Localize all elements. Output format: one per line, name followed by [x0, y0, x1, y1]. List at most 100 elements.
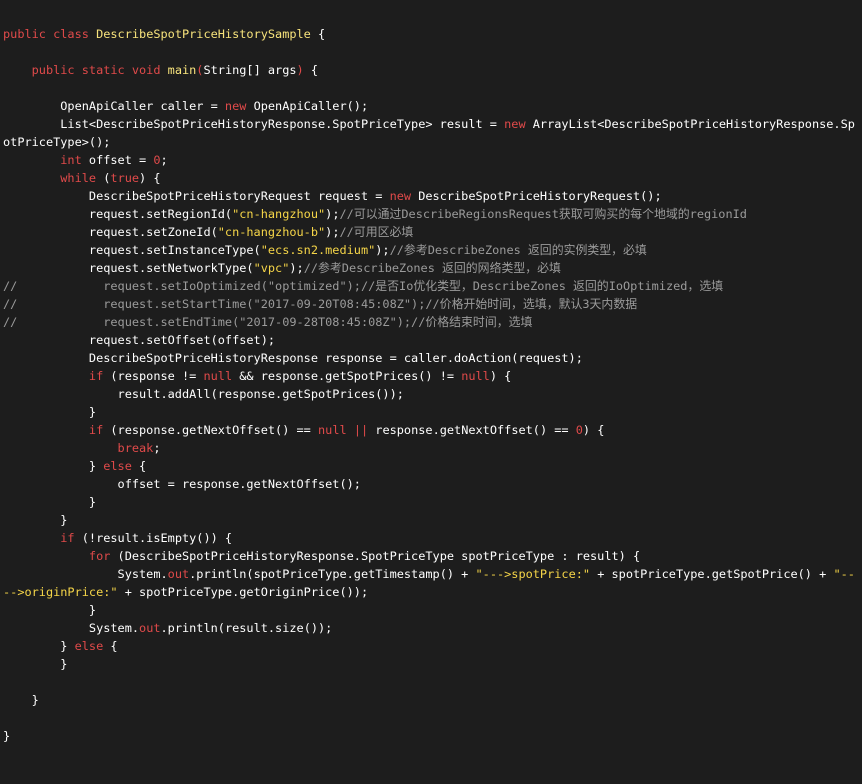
- comment-token: //可以通过DescribeRegionsRequest获取可购买的每个地域的r…: [339, 207, 747, 221]
- comment-token: // request.setEndTime("2017-09-28T08:45:…: [3, 315, 533, 329]
- code-text: System.: [3, 567, 168, 581]
- code-line: for (DescribeSpotPriceHistoryResponse.Sp…: [0, 547, 862, 565]
- keyword-token: int: [3, 153, 82, 167]
- comment-token: // request.setIoOptimized("optimized");/…: [3, 279, 724, 293]
- code-line: public static void main(String[] args) {: [0, 61, 862, 79]
- string-literal: "--: [833, 567, 855, 581]
- code-text: request.setInstanceType(: [3, 243, 261, 257]
- code-line: if (!result.isEmpty()) {: [0, 529, 862, 547]
- code-text: }: [3, 513, 68, 527]
- code-text: OpenApiCaller();: [246, 99, 369, 113]
- class-name-token: DescribeSpotPriceHistorySample: [96, 27, 311, 41]
- code-text: }: [3, 639, 75, 653]
- code-editor[interactable]: public class DescribeSpotPriceHistorySam…: [0, 0, 862, 784]
- code-line: otPriceType>();: [0, 133, 862, 151]
- code-line: break;: [0, 439, 862, 457]
- code-text: );: [325, 225, 340, 239]
- string-literal: "cn-hangzhou": [232, 207, 326, 221]
- code-line: // request.setEndTime("2017-09-28T08:45:…: [0, 313, 862, 331]
- code-line: OpenApiCaller caller = new OpenApiCaller…: [0, 97, 862, 115]
- keyword-token: else: [103, 459, 132, 473]
- keyword-token: public static void: [3, 63, 168, 77]
- code-text: }: [3, 459, 104, 473]
- keyword-token: new: [504, 117, 526, 131]
- code-text: DescribeSpotPriceHistoryRequest();: [411, 189, 662, 203]
- keyword-token: while: [3, 171, 97, 185]
- code-text: ;: [153, 441, 161, 455]
- code-line: request.setNetworkType("vpc");//参考Descri…: [0, 259, 862, 277]
- string-literal: "ecs.sn2.medium": [260, 243, 376, 257]
- string-literal: -->originPrice:": [3, 585, 118, 599]
- code-line: }: [0, 655, 862, 673]
- number-literal: 0: [153, 153, 161, 167]
- code-text: ArrayList<DescribeSpotPriceHistoryRespon…: [525, 117, 855, 131]
- code-text: request.setZoneId(: [3, 225, 218, 239]
- code-line: int offset = 0;: [0, 151, 862, 169]
- code-line: } else {: [0, 637, 862, 655]
- keyword-token: null: [461, 369, 490, 383]
- string-literal: "--->spotPrice:": [475, 567, 591, 581]
- keyword-token: new: [389, 189, 412, 203]
- code-text: .println(spotPriceType.getTimestamp() +: [189, 567, 476, 581]
- code-text: request.setOffset(offset);: [3, 333, 276, 347]
- code-text: }: [3, 495, 97, 509]
- string-literal: "vpc": [253, 261, 290, 275]
- code-text: + spotPriceType.getOriginPrice());: [117, 585, 369, 599]
- code-text: .println(result.size());: [160, 621, 333, 635]
- code-text: String[] args: [203, 63, 297, 77]
- code-text: request.setRegionId(: [3, 207, 233, 221]
- code-text: ) {: [139, 171, 161, 185]
- code-line: if (response.getNextOffset() == null || …: [0, 421, 862, 439]
- code-text: (DescribeSpotPriceHistoryResponse.SpotPr…: [110, 549, 641, 563]
- code-text: {: [131, 459, 147, 473]
- code-text: {: [303, 63, 319, 77]
- string-literal: "cn-hangzhou-b": [217, 225, 326, 239]
- code-text: (response !=: [103, 369, 204, 383]
- comment-token: //可用区必填: [339, 225, 414, 239]
- keyword-token: break: [3, 441, 154, 455]
- code-line: DescribeSpotPriceHistoryResponse respons…: [0, 349, 862, 367]
- code-line: result.addAll(response.getSpotPrices());: [0, 385, 862, 403]
- code-text: DescribeSpotPriceHistoryRequest request …: [3, 189, 390, 203]
- code-line: // request.setIoOptimized("optimized");/…: [0, 277, 862, 295]
- code-text: (: [96, 171, 111, 185]
- code-line: request.setInstanceType("ecs.sn2.medium"…: [0, 241, 862, 259]
- keyword-token: out: [167, 567, 190, 581]
- code-line: -->originPrice:" + spotPriceType.getOrig…: [0, 583, 862, 601]
- code-line: }: [0, 601, 862, 619]
- code-line: while (true) {: [0, 169, 862, 187]
- class-name-token: main: [167, 63, 197, 77]
- keyword-token: if: [3, 531, 75, 545]
- code-line: }: [0, 403, 862, 421]
- number-literal: 0: [575, 423, 583, 437]
- code-text: }: [3, 405, 97, 419]
- code-text: && response.getSpotPrices() !=: [232, 369, 462, 383]
- code-text: offset =: [81, 153, 154, 167]
- code-line: DescribeSpotPriceHistoryRequest request …: [0, 187, 862, 205]
- code-line: }: [0, 691, 862, 709]
- keyword-token: if: [3, 369, 104, 383]
- code-line: }: [0, 493, 862, 511]
- code-text: ;: [160, 153, 168, 167]
- code-text: }: [3, 657, 68, 671]
- code-line: public class DescribeSpotPriceHistorySam…: [0, 25, 862, 43]
- keyword-token: for: [3, 549, 111, 563]
- comment-token: // request.setStartTime("2017-09-20T08:4…: [3, 297, 638, 311]
- keyword-token: out: [139, 621, 161, 635]
- code-line: request.setZoneId("cn-hangzhou-b");//可用区…: [0, 223, 862, 241]
- comment-token: //参考DescribeZones 返回的实例类型，必填: [389, 243, 647, 257]
- code-text: );: [325, 207, 340, 221]
- code-line: }: [0, 727, 862, 745]
- code-text: }: [3, 693, 39, 707]
- code-line: System.out.println(spotPriceType.getTime…: [0, 565, 862, 583]
- code-line: // request.setStartTime("2017-09-20T08:4…: [0, 295, 862, 313]
- code-text: );: [375, 243, 390, 257]
- code-text: ) {: [582, 423, 605, 437]
- code-line: System.out.println(result.size());: [0, 619, 862, 637]
- code-text: (response.getNextOffset() ==: [103, 423, 318, 437]
- code-text: System.: [3, 621, 140, 635]
- code-text: request.setNetworkType(: [3, 261, 254, 275]
